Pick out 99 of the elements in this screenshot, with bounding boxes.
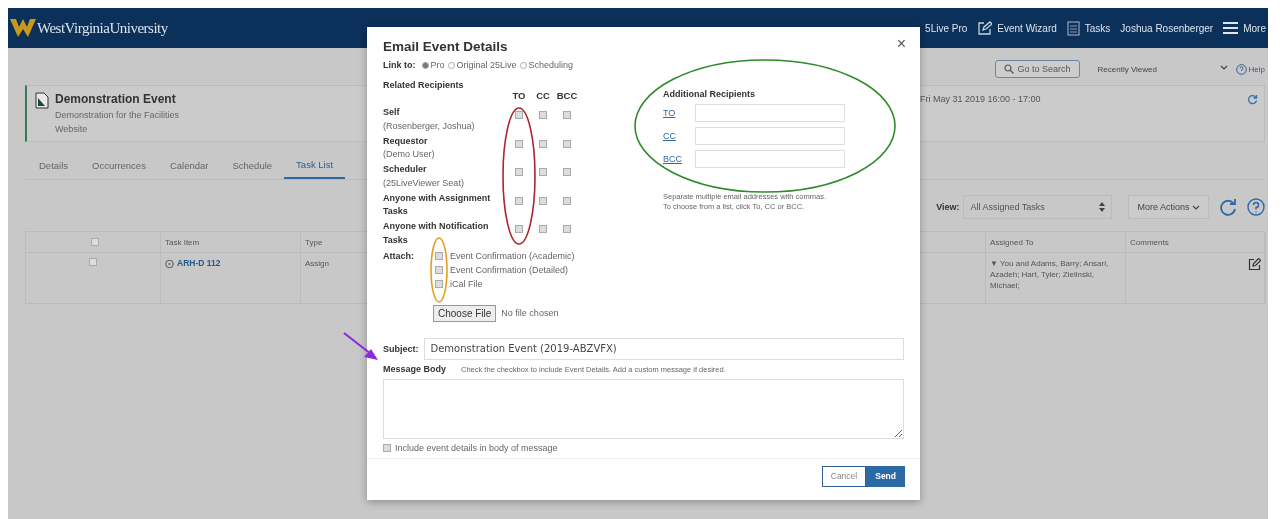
view-label: View: [936, 202, 960, 212]
university-logo-text[interactable]: WestVirginiaUniversity [37, 19, 168, 37]
cc-checkbox[interactable] [539, 168, 547, 176]
go-to-search-button[interactable]: Go to Search [994, 60, 1080, 78]
to-checkbox[interactable] [515, 168, 523, 176]
subject-label: Subject: [383, 343, 419, 354]
event-date: Fri May 31 2019 16:00 - 17:00 [920, 94, 1041, 106]
edit-icon[interactable] [1248, 258, 1261, 271]
cc-checkbox[interactable] [539, 196, 547, 205]
email-input-field[interactable] [695, 127, 845, 145]
column-header: CC [535, 90, 551, 101]
clipboard-icon [1066, 20, 1080, 36]
task-item-link[interactable]: ARH-D 112 [165, 258, 296, 269]
to-checkbox[interactable] [515, 225, 523, 233]
cc-checkbox[interactable] [539, 139, 547, 148]
help-icon [1235, 63, 1247, 75]
column-header[interactable]: Assigned To [990, 237, 1034, 247]
column-header[interactable]: Type [305, 237, 323, 247]
link-option[interactable]: Scheduling [519, 60, 574, 70]
tab[interactable]: Details [27, 152, 81, 179]
edit-icon [977, 20, 993, 36]
bcc-checkbox[interactable] [563, 139, 571, 148]
dialog-title: Email Event Details [383, 39, 508, 54]
include-details-option[interactable]: Include event details in body of message [383, 442, 904, 453]
email-input-field[interactable] [695, 150, 845, 168]
recipient-name: Scheduler [383, 163, 428, 176]
attachment-option[interactable]: iCal File [435, 278, 575, 289]
refresh-icon[interactable] [1219, 198, 1237, 216]
tab[interactable]: Task List [284, 152, 346, 179]
attachment-option[interactable]: Event Confirmation (Detailed) [435, 264, 575, 275]
event-title: Demonstration Event [55, 92, 177, 106]
table-cell: Assign [305, 259, 329, 268]
cc-checkbox[interactable] [539, 111, 547, 119]
link-to-label: Link to: [383, 60, 416, 70]
chevron-down-icon [1192, 205, 1200, 210]
close-button[interactable]: × [896, 37, 906, 51]
recipient-type-link[interactable]: CC [663, 131, 695, 141]
column-header[interactable]: Comments [1130, 237, 1169, 247]
bcc-checkbox[interactable] [563, 225, 571, 233]
nav-link[interactable]: Joshua Rosenberger [1120, 22, 1214, 34]
bcc-checkbox[interactable] [563, 111, 571, 119]
bcc-checkbox[interactable] [563, 168, 571, 176]
refresh-icon[interactable] [1247, 94, 1258, 105]
subject-input-field[interactable]: Demonstration Event (2019-ABZVFX) [423, 337, 904, 360]
no-file-text: No file chosen [501, 308, 559, 318]
recipient-name: Self [383, 106, 401, 119]
more-actions-button[interactable]: More Actions [1128, 195, 1209, 219]
cc-checkbox[interactable] [539, 225, 547, 233]
sort-arrows-icon [1099, 202, 1106, 212]
help-icon[interactable] [1247, 198, 1265, 216]
message-body-field[interactable] [383, 378, 904, 439]
nav-link[interactable]: Tasks [1066, 20, 1111, 36]
recipient-type-link[interactable]: TO [663, 108, 695, 118]
attach-label: Attach: [383, 250, 415, 263]
nav-link[interactable]: 5Live Pro [925, 22, 968, 34]
choose-file-button[interactable]: Choose File [433, 304, 497, 322]
row-checkbox[interactable] [89, 258, 97, 266]
view-dropdown[interactable]: All Assigned Tasks [963, 195, 1113, 219]
cancel-button[interactable]: Cancel [821, 465, 867, 487]
select-all-checkbox[interactable] [91, 238, 99, 246]
related-recipients-heading: Related Recipients [383, 80, 465, 90]
table-cell: ▼ You and Adams, Barry; Ansari, Azadeh; Hart, Tyler; Zielinski, Michael; [990, 259, 1109, 290]
highlight-ellipse [430, 237, 448, 303]
recipient-name: Requestor [383, 134, 429, 148]
to-checkbox[interactable] [515, 196, 523, 205]
nav-link[interactable]: More [1223, 22, 1266, 34]
additional-recipients-heading: Additional Recipients [663, 89, 756, 99]
to-checkbox[interactable] [515, 139, 523, 148]
message-body-label: Message Body [383, 363, 447, 374]
recently-viewed-dropdown[interactable]: Recently Viewed [1097, 64, 1228, 74]
task-icon [165, 258, 174, 269]
tab[interactable]: Calendar [157, 152, 221, 179]
email-input-field[interactable] [695, 104, 845, 122]
recipient-detail: (Demo User) [383, 148, 436, 161]
nav-link[interactable]: Event Wizard [977, 20, 1057, 36]
search-icon [1003, 64, 1014, 74]
recipient-name: Anyone with Notification Tasks [383, 220, 490, 247]
document-icon [35, 92, 49, 109]
help-link[interactable]: Help [1235, 63, 1265, 75]
link-option[interactable]: Pro [421, 60, 445, 70]
menu-icon [1223, 22, 1239, 34]
tab[interactable]: Occurrences [80, 152, 158, 179]
send-button[interactable]: Send [866, 465, 905, 487]
event-description: Demonstration for the Facilities Website [55, 109, 181, 136]
bcc-checkbox[interactable] [563, 196, 571, 205]
annotation-arrow [343, 332, 378, 360]
column-header: TO [511, 90, 527, 101]
attachment-option[interactable]: Event Confirmation (Academic) [435, 250, 575, 261]
link-option[interactable]: Original 25Live [447, 60, 517, 70]
recipient-detail: (Rosenberger, Joshua) [383, 119, 476, 133]
recipient-type-link[interactable]: BCC [663, 154, 695, 164]
column-header: BCC [555, 90, 579, 101]
recipient-detail: (25LiveViewer Seat) [383, 176, 465, 190]
column-header[interactable]: Task Item [165, 237, 200, 247]
recipient-name: Anyone with Assignment Tasks [383, 191, 492, 218]
to-checkbox[interactable] [515, 111, 523, 119]
logo-icon [10, 17, 36, 39]
tab[interactable]: Schedule [220, 152, 285, 179]
chevron-down-icon [1219, 64, 1228, 70]
